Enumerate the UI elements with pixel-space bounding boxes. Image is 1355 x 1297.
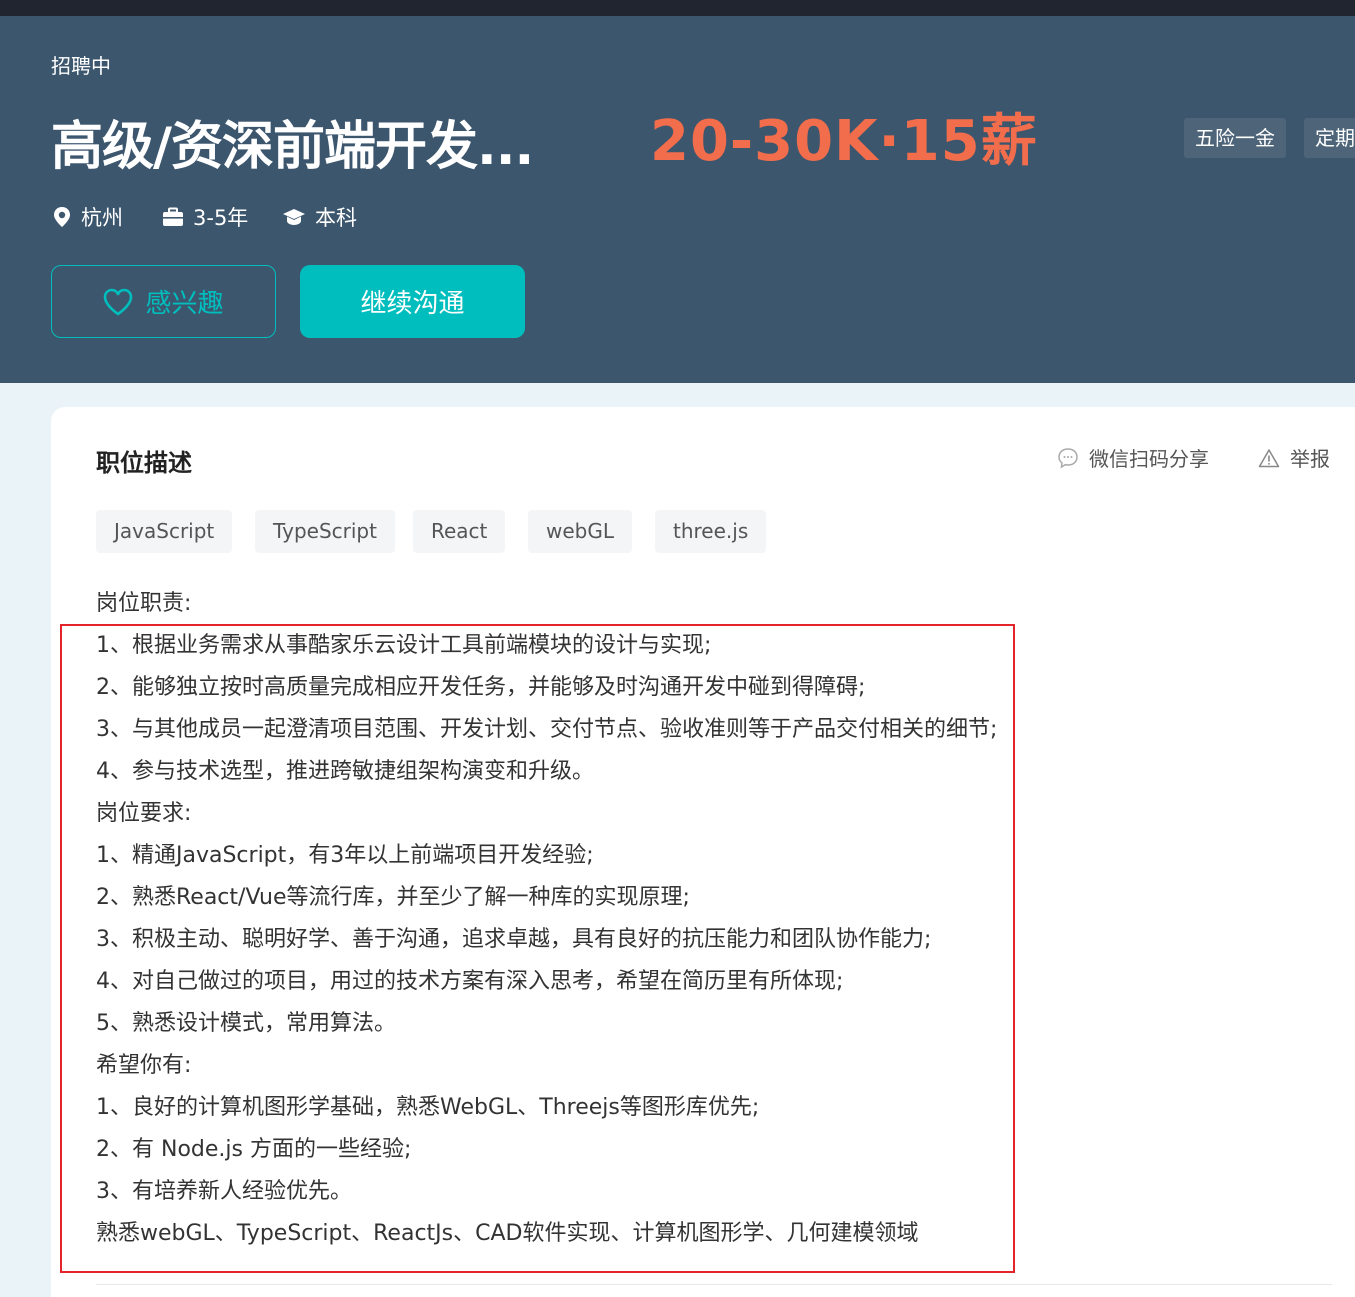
city-label: 杭州 — [81, 206, 123, 230]
job-education: 本科 — [282, 202, 357, 232]
job-header: 招聘中 高级/资深前端开发... 20-30K·15薪 五险一金 定期 杭州 3… — [0, 16, 1355, 383]
job-salary: 20-30K·15薪 — [650, 109, 1038, 174]
education-label: 本科 — [315, 206, 357, 230]
heart-icon — [104, 288, 133, 315]
warning-icon — [1258, 448, 1280, 467]
continue-chat-button[interactable]: 继续沟通 — [300, 265, 525, 338]
skill-tag[interactable]: JavaScript — [96, 510, 233, 553]
experience-label: 3-5年 — [193, 206, 249, 230]
interest-button[interactable]: 感兴趣 — [51, 265, 276, 338]
briefcase-icon — [163, 207, 183, 226]
job-experience: 3-5年 — [162, 202, 248, 232]
skill-tag[interactable]: TypeScript — [255, 510, 395, 553]
job-status: 招聘中 — [51, 54, 111, 78]
report-label: 举报 — [1290, 447, 1330, 471]
report-link[interactable]: 举报 — [1258, 443, 1330, 472]
job-title: 高级/资深前端开发... — [51, 117, 534, 177]
job-description-card: 职位描述 微信扫码分享 举报 JavaScript TypeScript Rea… — [51, 407, 1355, 1297]
section-title: 职位描述 — [96, 449, 192, 477]
skill-tag[interactable]: webGL — [528, 510, 632, 553]
wechat-share-link[interactable]: 微信扫码分享 — [1057, 443, 1209, 472]
benefit-tag: 五险一金 — [1184, 118, 1286, 158]
skill-tag[interactable]: React — [413, 510, 506, 553]
chat-bubble-icon — [1058, 447, 1078, 468]
skill-tag[interactable]: three.js — [655, 510, 767, 553]
divider — [96, 1284, 1332, 1285]
highlight-annotation-box — [60, 624, 1015, 1273]
share-label: 微信扫码分享 — [1089, 447, 1209, 471]
interest-button-label: 感兴趣 — [145, 289, 224, 319]
benefit-tag: 定期 — [1304, 118, 1355, 158]
location-pin-icon — [54, 207, 70, 227]
graduation-cap-icon — [283, 209, 305, 225]
description-line: 岗位职责: — [96, 591, 192, 616]
job-city: 杭州 — [52, 202, 123, 232]
top-bar — [0, 0, 1355, 16]
